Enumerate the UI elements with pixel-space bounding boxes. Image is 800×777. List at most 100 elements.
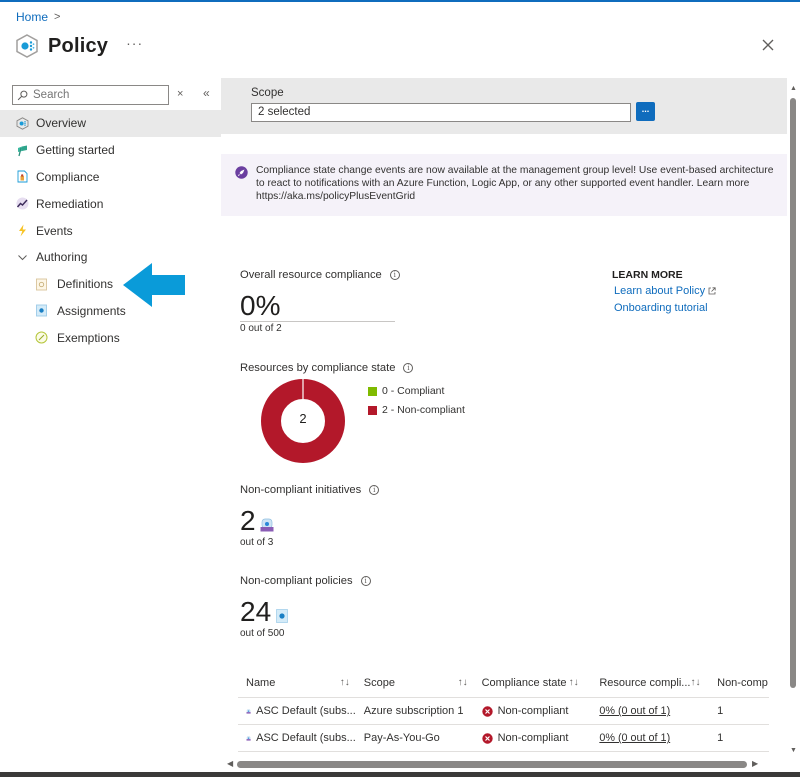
table-row[interactable]: ASC Default (subs... Azure subscription … — [238, 698, 769, 725]
sidebar-item-label: Assignments — [57, 303, 126, 318]
sidebar-item-label: Exemptions — [57, 330, 120, 345]
info-icon[interactable]: i — [360, 576, 371, 586]
scroll-left-icon[interactable]: ◀ — [227, 759, 233, 768]
overall-compliance-sub: 0 out of 2 — [240, 323, 282, 334]
banner-text: Compliance state change events are now a… — [256, 165, 774, 202]
state-text: Non-compliant — [497, 732, 569, 744]
cell-resource-compliance: 0% (0 out of 1) — [591, 732, 709, 744]
column-label: Name — [246, 676, 276, 689]
sidebar-item-label: Events — [36, 223, 73, 238]
initiatives-value: 2 — [240, 507, 275, 535]
clear-search-icon[interactable]: × — [177, 88, 183, 100]
info-icon[interactable]: i — [403, 363, 414, 373]
column-header-resource-compliance[interactable]: Resource compli... ↑↓ — [591, 677, 709, 689]
sidebar-item-overview[interactable]: Overview — [0, 110, 221, 137]
breadcrumb: Home > — [16, 10, 60, 24]
more-options-button[interactable]: ··· — [126, 35, 143, 51]
sidebar-item-authoring[interactable]: Authoring — [0, 244, 221, 271]
sort-icon[interactable]: ↑↓ — [569, 677, 579, 688]
cell-name: ASC Default (subs... — [238, 705, 356, 717]
sidebar-item-getting-started[interactable]: Getting started — [0, 137, 221, 164]
column-header-noncompliant[interactable]: Non-comp — [709, 677, 769, 689]
legend-swatch-noncompliant — [368, 405, 377, 415]
resource-compliance-text[interactable]: 0% (0 out of 1) — [599, 705, 670, 717]
external-link-icon — [708, 287, 716, 295]
sidebar-item-remediation[interactable]: Remediation — [0, 190, 221, 217]
info-icon[interactable]: i — [389, 270, 400, 280]
compliance-doc-icon — [17, 171, 28, 183]
table-row[interactable]: ASC Default (subs... Pay-As-You-Go Non-c… — [238, 725, 769, 752]
sidebar-item-events[interactable]: Events — [0, 217, 221, 244]
scroll-down-icon[interactable]: ▼ — [790, 747, 797, 754]
sidebar-item-definitions[interactable]: Definitions — [0, 271, 221, 298]
legend-compliant: 0 - Compliant — [368, 385, 444, 397]
rocket-icon — [235, 166, 248, 179]
policies-title: Non-compliant policies — [240, 575, 353, 587]
onboarding-tutorial-link[interactable]: Onboarding tutorial — [614, 302, 708, 314]
legend-label: 2 - Non-compliant — [382, 404, 465, 416]
overall-compliance-title: Overall resource compliance — [240, 269, 382, 281]
column-header-compliance-state[interactable]: Compliance state ↑↓ — [474, 677, 592, 689]
title-row: Policy ··· — [14, 33, 143, 59]
main-content: Scope 2 selected ... Compliance state ch… — [221, 78, 787, 777]
breadcrumb-separator-icon: > — [54, 11, 61, 23]
row-name-link[interactable]: ASC Default (subs... — [256, 732, 356, 744]
by-state-title: Resources by compliance state — [240, 362, 396, 374]
search-box[interactable] — [12, 85, 169, 105]
scope-section: Scope 2 selected ... — [221, 78, 787, 134]
column-label: Compliance state — [481, 676, 567, 689]
close-icon[interactable] — [760, 37, 776, 53]
vertical-scrollbar[interactable]: ▲ ▼ — [787, 85, 800, 765]
policy-overview-icon — [16, 117, 29, 130]
sort-icon[interactable]: ↑↓ — [690, 677, 700, 688]
policies-value: 24 — [240, 598, 290, 626]
sidebar-item-assignments[interactable]: Assignments — [0, 298, 221, 325]
scroll-thumb[interactable] — [237, 761, 747, 768]
initiatives-sub: out of 3 — [240, 537, 274, 548]
state-text: Non-compliant — [497, 705, 569, 717]
initiatives-title: Non-compliant initiatives — [240, 484, 362, 496]
sort-icon[interactable]: ↑↓ — [340, 677, 350, 688]
policies-label: Non-compliant policies i — [240, 575, 371, 587]
row-name-link[interactable]: ASC Default (subs... — [256, 705, 356, 717]
scope-picker-button[interactable]: ... — [636, 102, 655, 121]
search-row: × « — [0, 80, 221, 110]
column-header-scope[interactable]: Scope ↑↓ — [356, 677, 474, 689]
scroll-up-icon[interactable]: ▲ — [790, 85, 797, 92]
annotation-arrow-icon — [123, 263, 185, 307]
cell-noncompliant: 1 — [717, 732, 724, 744]
scroll-thumb[interactable] — [790, 98, 796, 688]
error-icon — [481, 732, 493, 744]
sidebar-item-compliance[interactable]: Compliance — [0, 164, 221, 191]
column-label: Resource compli... — [599, 676, 691, 689]
donut-center-value: 2 — [299, 411, 307, 426]
sidebar: × « Overview Getting started Compliance — [0, 80, 221, 351]
by-state-label: Resources by compliance state i — [240, 362, 414, 374]
divider — [240, 321, 395, 322]
scope-input[interactable]: 2 selected — [251, 103, 631, 122]
sidebar-item-label: Getting started — [36, 143, 115, 158]
sort-icon[interactable]: ↑↓ — [458, 677, 468, 688]
page-title: Policy — [48, 34, 109, 57]
cell-name: ASC Default (subs... — [238, 732, 356, 744]
breadcrumb-home[interactable]: Home — [16, 10, 48, 24]
assignments-icon — [36, 305, 47, 317]
column-header-name[interactable]: Name ↑↓ — [238, 677, 356, 689]
table-header: Name ↑↓ Scope ↑↓ Compliance state ↑↓ Res… — [238, 668, 769, 698]
sidebar-item-exemptions[interactable]: Exemptions — [0, 324, 221, 351]
scope-label: Scope — [251, 87, 284, 99]
collapse-sidebar-icon[interactable]: « — [203, 86, 210, 100]
learn-about-policy-link[interactable]: Learn about Policy — [614, 285, 716, 297]
search-input[interactable] — [33, 89, 163, 101]
policy-icon — [16, 34, 38, 58]
horizontal-scrollbar[interactable]: ◀ ▶ — [225, 758, 770, 770]
policies-count: 24 — [240, 596, 272, 627]
cell-noncompliant: 1 — [717, 705, 724, 717]
window-bottom-edge — [0, 772, 800, 777]
scroll-right-icon[interactable]: ▶ — [752, 759, 758, 768]
info-icon[interactable]: i — [369, 485, 380, 495]
resource-compliance-text[interactable]: 0% (0 out of 1) — [599, 732, 670, 744]
legend-label: 0 - Compliant — [382, 385, 445, 397]
initiatives-count: 2 — [240, 505, 256, 536]
definitions-icon — [36, 278, 47, 291]
